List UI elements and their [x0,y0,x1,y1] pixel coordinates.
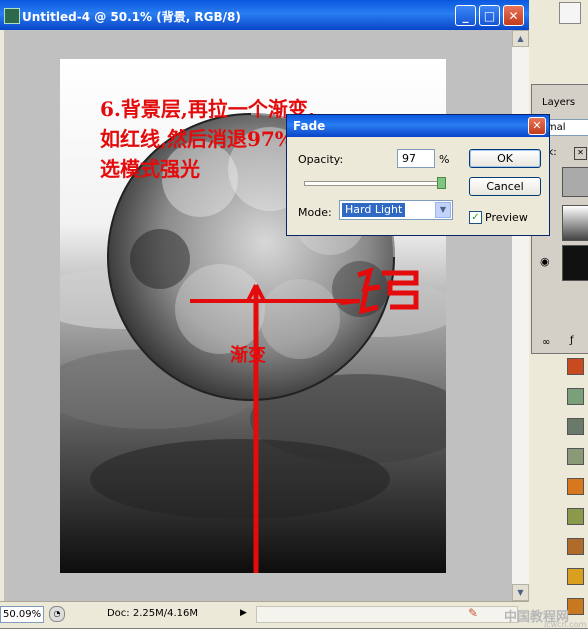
annotation-line-2: 如红线,然后消退97% [100,127,294,151]
preview-label: Preview [485,211,528,224]
style-swatch-1[interactable] [567,358,584,375]
chevron-down-icon[interactable]: ▼ [435,202,451,218]
layer-thumbnail-background[interactable] [562,245,588,281]
style-swatch-2[interactable] [567,388,584,405]
opacity-slider-track[interactable] [304,177,446,189]
layer-thumbnail-clouds[interactable] [562,205,588,241]
fade-dialog-title[interactable]: Fade [287,115,549,137]
scroll-up-arrow-icon[interactable]: ▲ [512,30,529,47]
window-titlebar[interactable]: Untitled-4 @ 50.1% (背景, RGB/8) _ □ ✕ [0,0,529,30]
close-button[interactable]: ✕ [503,5,524,26]
layers-tab[interactable]: Layers [542,97,575,108]
watermark-logo-icon: ✎ [468,606,479,620]
style-swatch-4[interactable] [567,448,584,465]
mode-select[interactable]: Hard Light ▼ [339,200,453,220]
site-watermark: ✎ 中国教程网 jcwcn.com [468,606,588,629]
style-swatch-5[interactable] [567,478,584,495]
fade-dialog-close-button[interactable]: ✕ [528,117,546,135]
layer-style-icon[interactable]: ƒ [570,335,574,346]
minimize-button[interactable]: _ [455,5,476,26]
photoshop-document-icon [4,8,20,24]
document-size-info: Doc: 2.25M/4.16M [106,608,199,619]
layer-visibility-eye-icon[interactable]: ◉ [540,255,550,268]
mode-select-value: Hard Light [342,203,406,217]
maximize-button[interactable]: □ [479,5,500,26]
ok-button[interactable]: OK [469,149,541,168]
opacity-slider-thumb[interactable] [436,177,446,189]
style-swatch-6[interactable] [567,508,584,525]
annotation-line-3: 选模式强光 [100,157,200,181]
zoom-level-field[interactable]: 50.09% [0,606,44,623]
mode-label: Mode: [298,206,332,219]
opacity-percent-sign: % [439,153,450,166]
style-swatch-7[interactable] [567,538,584,555]
document-window: Untitled-4 @ 50.1% (背景, RGB/8) _ □ ✕ 6.背… [0,0,529,628]
tool-preset-icon[interactable] [559,2,581,24]
lock-transparency-icon[interactable]: ✕ [574,147,587,160]
preview-checkbox[interactable]: ✓ [469,211,482,224]
layer-thumbnail-sphere[interactable] [562,167,588,197]
scroll-down-arrow-icon[interactable]: ▼ [512,584,529,601]
style-swatch-3[interactable] [567,418,584,435]
status-bar: 50.09% ◔ Doc: 2.25M/4.16M ▶ [0,601,529,625]
fade-dialog: Fade ✕ Opacity: 97 % Mode: Hard Light ▼ … [286,114,550,236]
window-title: Untitled-4 @ 50.1% (背景, RGB/8) [22,10,241,24]
status-menu-icon[interactable]: ◔ [49,606,65,622]
opacity-input[interactable]: 97 [397,149,435,168]
status-options-arrow-icon[interactable]: ▶ [240,607,252,620]
link-layers-icon[interactable]: ∞ [542,337,550,348]
style-swatch-8[interactable] [567,568,584,585]
options-bar-fragment [529,0,588,96]
annotation-line-1: 6.背景层,再拉一个渐变, [100,97,315,121]
right-palette-area: Layers rmal ck: ✕ ◉ ∞ ƒ [529,0,588,628]
cancel-button[interactable]: Cancel [469,177,541,196]
opacity-label: Opacity: [298,153,344,166]
gradient-annotation-label: 渐变 [230,345,266,366]
